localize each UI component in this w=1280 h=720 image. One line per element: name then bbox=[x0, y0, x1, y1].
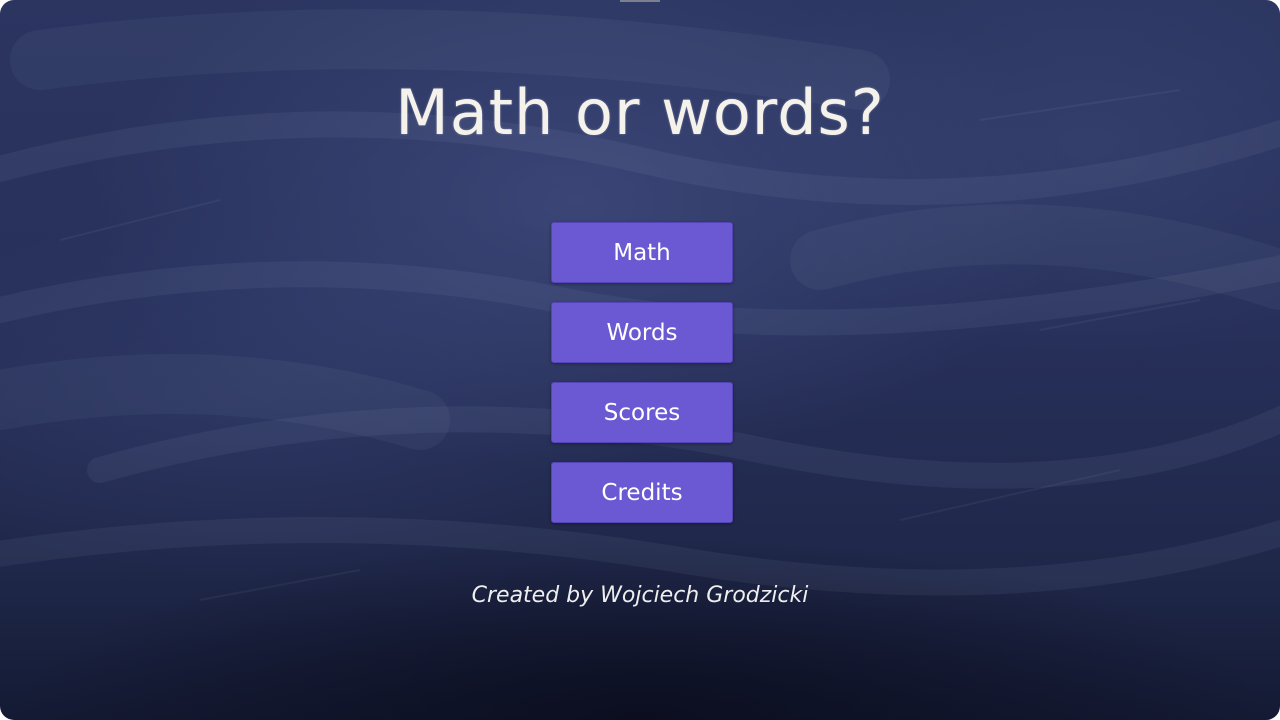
game-title: Math or words? bbox=[395, 76, 885, 149]
credits-button[interactable]: Credits bbox=[551, 462, 733, 523]
words-button[interactable]: Words bbox=[551, 302, 733, 363]
top-notch bbox=[620, 0, 660, 2]
game-screen: Math or words? Math Words Scores Credits… bbox=[0, 0, 1280, 720]
scores-button[interactable]: Scores bbox=[551, 382, 733, 443]
author-credit: Created by Wojciech Grodzicki bbox=[471, 583, 809, 608]
main-menu: Math Words Scores Credits bbox=[551, 222, 733, 542]
math-button[interactable]: Math bbox=[551, 222, 733, 283]
